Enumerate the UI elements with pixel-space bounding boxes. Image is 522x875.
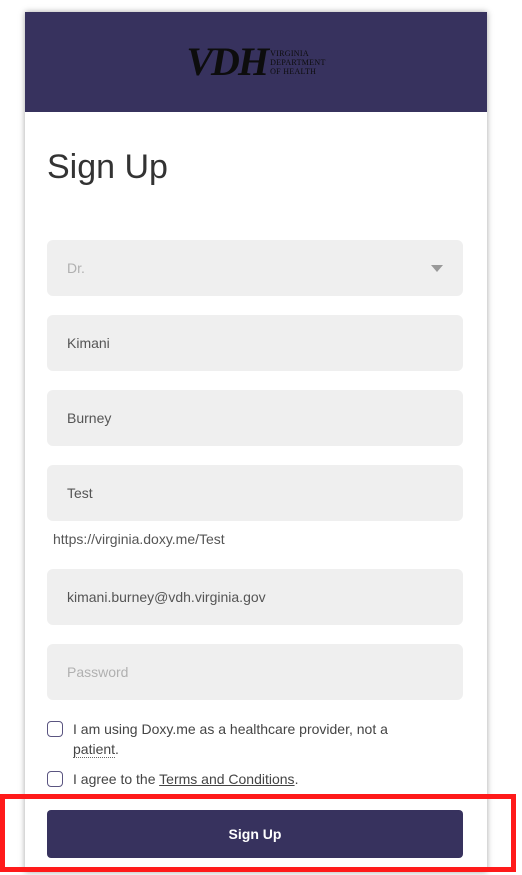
chevron-down-icon[interactable]: [431, 264, 443, 272]
header-bar: VDH VIRGINIA DEPARTMENT OF HEALTH: [25, 12, 487, 112]
last-name-value: Burney: [67, 410, 112, 426]
logo-line-1: VIRGINIA: [270, 48, 309, 58]
terms-link[interactable]: Terms and Conditions: [159, 771, 294, 787]
sign-up-button[interactable]: Sign Up: [47, 810, 463, 858]
email-value: kimani.burney@vdh.virginia.gov: [67, 589, 266, 605]
terms-checkbox[interactable]: [47, 771, 63, 787]
terms-check-label: I agree to the Terms and Conditions.: [73, 769, 298, 789]
provider-check-text: I am using Doxy.me as a healthcare provi…: [73, 721, 388, 737]
provider-check-row[interactable]: I am using Doxy.me as a healthcare provi…: [47, 719, 433, 759]
first-name-value: Kimani: [67, 335, 110, 351]
room-name-value: Test: [67, 485, 93, 501]
email-field[interactable]: kimani.burney@vdh.virginia.gov: [47, 569, 463, 625]
provider-check-label: I am using Doxy.me as a healthcare provi…: [73, 719, 433, 759]
logo-line-3: OF HEALTH: [270, 66, 317, 76]
logo-line-2: DEPARTMENT: [270, 57, 326, 67]
provider-checkbox[interactable]: [47, 721, 63, 737]
first-name-field[interactable]: Kimani: [47, 315, 463, 371]
terms-check-row[interactable]: I agree to the Terms and Conditions.: [47, 769, 298, 789]
provider-check-period: .: [115, 741, 119, 757]
room-name-field[interactable]: Test: [47, 465, 463, 521]
vdh-logo: VDH VIRGINIA DEPARTMENT OF HEALTH: [186, 42, 325, 82]
terms-check-text: I agree to the: [73, 771, 156, 787]
patient-term: patient: [73, 741, 116, 758]
password-field[interactable]: Password: [47, 644, 463, 700]
password-placeholder: Password: [67, 664, 129, 680]
logo-mark: VDH: [186, 39, 269, 84]
title-select[interactable]: Dr.: [47, 240, 463, 296]
terms-check-period: .: [294, 771, 299, 787]
last-name-field[interactable]: Burney: [47, 390, 463, 446]
room-url-hint: https://virginia.doxy.me/Test: [53, 531, 225, 547]
logo-text: VIRGINIA DEPARTMENT OF HEALTH: [270, 49, 326, 76]
page-title: Sign Up: [47, 148, 168, 186]
title-select-value: Dr.: [67, 260, 85, 276]
